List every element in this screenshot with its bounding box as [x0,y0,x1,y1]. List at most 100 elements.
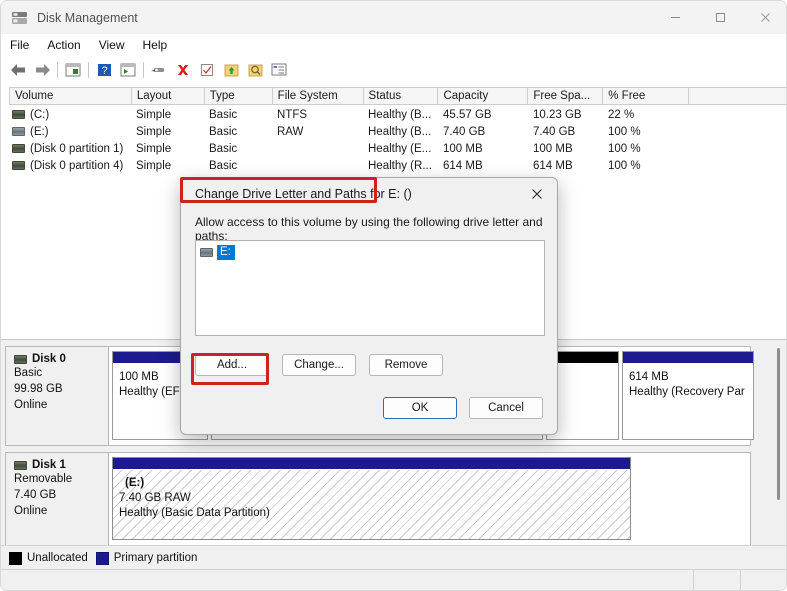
disk-icon [14,354,27,364]
maximize-button[interactable] [698,1,743,34]
column-header-status[interactable]: Status [364,88,439,104]
cell-text: (C:) [30,108,50,121]
partition-block[interactable]: 614 MB Healthy (Recovery Par [622,351,754,440]
drive-icon [12,161,25,170]
search-icon[interactable] [243,59,267,81]
cell-status: Healthy (R... [368,159,432,172]
svg-text:?: ? [101,65,107,77]
forward-icon[interactable] [30,59,54,81]
cancel-button[interactable]: Cancel [469,397,543,419]
scrollbar-thumb[interactable] [777,348,780,500]
cell-capacity: 45.57 GB [443,108,492,121]
toolbar-separator [88,61,89,78]
menu-help[interactable]: Help [134,36,177,54]
cell-text: (Disk 0 partition 4) [30,159,124,172]
cell-layout: Simple [136,159,172,172]
unallocated-swatch [9,551,22,565]
show-hide-action-pane-icon[interactable] [116,59,140,81]
table-row[interactable]: (E:) Simple Basic RAW Healthy (B... 7.40 GB 7.… [9,123,786,140]
list-item[interactable]: E: [200,245,544,260]
column-header-volume[interactable]: Volume [10,88,132,104]
column-header-capacity[interactable]: Capacity [438,88,529,104]
change-button[interactable]: Change... [282,354,356,376]
window-title: Disk Management [37,10,138,25]
cell-pct: 22 % [608,108,635,121]
column-header-blank[interactable] [689,88,786,104]
disk-view-scrollbar[interactable] [773,346,784,508]
partition-block[interactable]: (E:) 7.40 GB RAW Healthy (Basic Data Parti… [112,457,631,540]
cell-volume: (C:) [9,109,131,121]
dialog-close-icon[interactable] [521,181,553,207]
table-row[interactable]: (Disk 0 partition 4) Simple Basic Healthy (… [9,157,786,174]
partition-details: 614 MB Healthy (Recovery Par [623,364,753,439]
add-button[interactable]: Add... [195,354,269,376]
cell-free: 7.40 GB [533,125,576,138]
ok-button[interactable]: OK [383,397,457,419]
remove-button[interactable]: Remove [369,354,443,376]
disk-state: Online [14,399,48,411]
list-view-icon[interactable] [267,59,291,81]
dialog-action-buttons: Add... Change... Remove [195,354,545,378]
disk-type: Removable [14,473,73,485]
legend-label-primary: Primary partition [113,552,198,564]
column-header-type[interactable]: Type [205,88,273,104]
partition-line: Healthy (Recovery Par [629,386,745,398]
legend-item-primary: Primary partition [95,551,198,565]
cell-free: 10.23 GB [533,108,582,121]
column-header-layout[interactable]: Layout [132,88,205,104]
column-header-file-system[interactable]: File System [273,88,364,104]
minimize-button[interactable] [653,1,698,34]
rescan-disks-icon[interactable] [195,59,219,81]
properties-icon[interactable] [147,59,171,81]
cell-status: Healthy (E... [368,142,432,155]
disk-info-panel[interactable]: Disk 1 Removable 7.40 GB Online [6,453,109,545]
cell-capacity: 614 MB [443,159,483,172]
volume-list-body: (C:) Simple Basic NTFS Healthy (B... 45.57 GB… [9,106,786,174]
export-list-icon[interactable] [219,59,243,81]
cell-fs: NTFS [277,108,308,121]
disk-name-text: Disk 1 [32,459,66,471]
cell-layout: Simple [136,142,172,155]
column-header-free-spa[interactable]: Free Spa... [528,88,604,104]
disk-label: Disk 0 [14,353,108,365]
partition-color-bar [113,458,630,470]
toolbar-separator [57,61,58,78]
cell-status: Healthy (B... [368,108,432,121]
drive-icon [12,110,25,119]
help-icon[interactable]: ? [92,59,116,81]
cell-type: Basic [209,125,238,138]
table-row[interactable]: (C:) Simple Basic NTFS Healthy (B... 45.57 GB… [9,106,786,123]
close-button[interactable] [743,1,786,34]
delete-icon[interactable] [171,59,195,81]
menu-view[interactable]: View [90,36,134,54]
menu-action[interactable]: Action [38,36,89,54]
cell-type: Basic [209,108,238,121]
dialog-body: Allow access to this volume by using the… [181,210,557,243]
cell-text: (Disk 0 partition 1) [30,142,124,155]
back-icon[interactable] [6,59,30,81]
partition-line: 7.40 GB RAW [119,492,191,504]
menu-file[interactable]: File [1,36,38,54]
dialog-title-bar: Change Drive Letter and Paths for E: () [181,178,557,210]
disk-label: Disk 1 [14,459,108,471]
show-hide-console-tree-icon[interactable] [61,59,85,81]
drive-paths-listbox[interactable]: E: [195,240,545,336]
cell-capacity: 100 MB [443,142,483,155]
partition-color-bar [623,352,753,364]
toolbar-separator [143,61,144,78]
menu-bar: File Action View Help [1,34,786,57]
column-header-free[interactable]: % Free [603,88,690,104]
status-cell-2 [694,570,741,590]
cell-type: Basic [209,142,238,155]
window-controls [653,1,786,34]
partition-strip: (E:) 7.40 GB RAW Healthy (Basic Data Parti… [109,453,750,545]
disk-info-panel[interactable]: Disk 0 Basic 99.98 GB Online [6,347,109,445]
drive-icon [200,248,213,257]
toolbar: ? [1,56,786,84]
table-row[interactable]: (Disk 0 partition 1) Simple Basic Healthy (… [9,140,786,157]
cell-pct: 100 % [608,159,641,172]
partition-line: (E:) [125,477,145,489]
disk-type: Basic [14,367,43,379]
disk-size: 99.98 GB [14,383,63,395]
disk-row-disk-1[interactable]: Disk 1 Removable 7.40 GB Online (E:) 7.40 GB … [5,452,751,546]
